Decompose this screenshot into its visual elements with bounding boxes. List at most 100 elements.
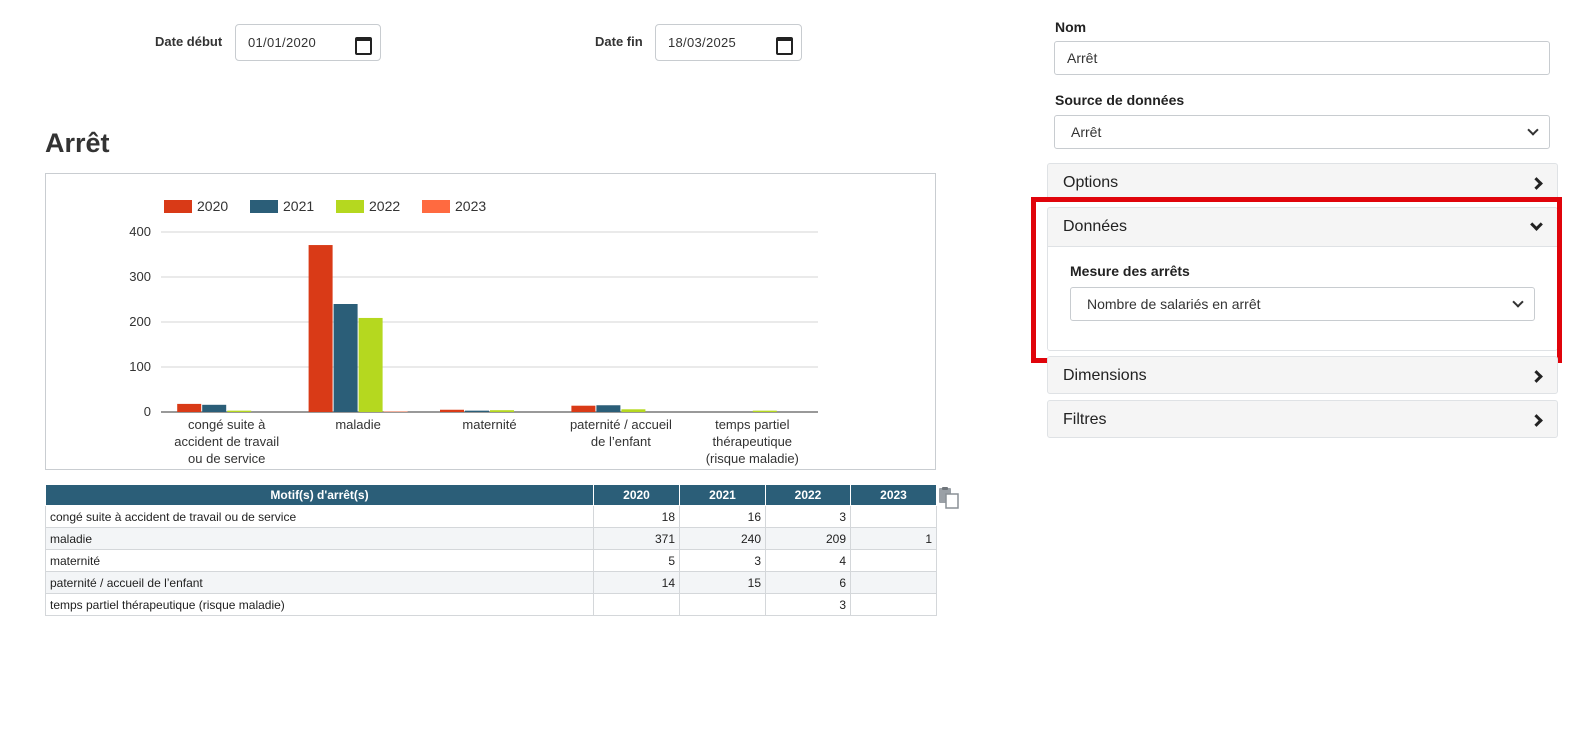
x-tick-label: maladie <box>335 417 381 432</box>
bar <box>571 405 596 412</box>
bar <box>621 409 646 412</box>
y-tick-label: 200 <box>129 314 151 329</box>
bar-chart: 0 100 200 300 400 2020 2021 2022 2023 congé suite… <box>129 198 818 466</box>
table-cell: 3 <box>765 593 851 616</box>
table-cell: 1 <box>850 527 937 550</box>
filtres-section[interactable]: Filtres <box>1047 400 1558 438</box>
x-tick-label: maternité <box>462 417 516 432</box>
dimensions-header[interactable]: Dimensions <box>1048 357 1557 395</box>
table-cell <box>850 593 937 616</box>
column-header[interactable]: 2023 <box>850 484 937 506</box>
x-tick-label: accident de travail <box>174 434 279 449</box>
legend-swatch <box>336 200 364 213</box>
bar <box>490 410 514 412</box>
table-cell: 15 <box>679 571 766 594</box>
bar <box>440 409 464 412</box>
table-cell: 4 <box>765 549 851 572</box>
calendar-icon[interactable] <box>776 36 793 55</box>
calendar-icon[interactable] <box>355 36 372 55</box>
end-date-value: 18/03/2025 <box>668 35 737 50</box>
start-date-input[interactable]: 01/01/2020 <box>235 24 381 61</box>
start-date-value: 01/01/2020 <box>248 35 317 50</box>
table-header-row: Motif(s) d'arrêt(s) 2020 2021 2022 2023 <box>45 484 937 506</box>
chart-container: 0 100 200 300 400 2020 2021 2022 2023 congé suite… <box>45 173 936 470</box>
copy-table-icon[interactable] <box>938 487 960 509</box>
x-tick-label: ou de service <box>188 451 265 466</box>
chevron-right-icon <box>1530 413 1543 427</box>
name-input[interactable]: Arrêt <box>1054 41 1550 75</box>
start-date-label: Date début <box>155 34 223 49</box>
table-cell <box>850 505 937 528</box>
table-cell: 240 <box>679 527 766 550</box>
y-tick-label: 100 <box>129 359 151 374</box>
legend-label: 2020 <box>197 198 228 214</box>
bar <box>752 410 777 412</box>
legend-swatch <box>250 200 278 213</box>
table-cell: 18 <box>593 505 680 528</box>
table-cell <box>850 549 937 572</box>
dimensions-title: Dimensions <box>1063 367 1147 384</box>
table-cell: 209 <box>765 527 851 550</box>
x-tick-label: de l’enfant <box>591 434 651 449</box>
column-header[interactable]: 2021 <box>679 484 766 506</box>
table-cell: 16 <box>679 505 766 528</box>
x-tick-label: congé suite à <box>188 417 266 432</box>
table-cell: 14 <box>593 571 680 594</box>
table-row: congé suite à accident de travail ou de … <box>45 505 937 528</box>
y-tick-label: 0 <box>144 404 151 419</box>
name-input-value: Arrêt <box>1067 50 1098 66</box>
legend-swatch <box>164 200 192 213</box>
table-row: paternité / accueil de l’enfant 14 15 6 <box>45 571 937 594</box>
column-header[interactable]: 2020 <box>593 484 680 506</box>
legend-label: 2022 <box>369 198 400 214</box>
table-row: maternité 5 3 4 <box>45 549 937 572</box>
filtres-title: Filtres <box>1063 411 1107 428</box>
table-cell <box>593 593 680 616</box>
bar <box>465 410 489 412</box>
data-table: Motif(s) d'arrêt(s) 2020 2021 2022 2023 … <box>45 484 937 616</box>
y-tick-label: 300 <box>129 269 151 284</box>
filtres-header[interactable]: Filtres <box>1048 401 1557 439</box>
y-tick-label: 400 <box>129 224 151 239</box>
bar <box>358 317 383 412</box>
source-select[interactable]: Arrêt <box>1054 115 1550 149</box>
table-row: temps partiel thérapeutique (risque mala… <box>45 593 937 616</box>
legend-label: 2023 <box>455 198 486 214</box>
source-select-value: Arrêt <box>1071 124 1102 140</box>
chevron-right-icon <box>1530 369 1543 383</box>
table-cell: paternité / accueil de l’enfant <box>45 571 594 594</box>
table-cell: 3 <box>765 505 851 528</box>
column-header[interactable]: Motif(s) d'arrêt(s) <box>45 484 594 506</box>
chevron-right-icon <box>1530 176 1543 190</box>
source-label: Source de données <box>1055 92 1185 108</box>
table-cell: 5 <box>593 549 680 572</box>
end-date-input[interactable]: 18/03/2025 <box>655 24 802 61</box>
bar <box>308 245 333 412</box>
x-tick-label: temps partiel <box>715 417 790 432</box>
table-cell: congé suite à accident de travail ou de … <box>45 505 594 528</box>
name-label: Nom <box>1055 19 1087 35</box>
table-cell: maternité <box>45 549 594 572</box>
bar <box>177 403 202 412</box>
bar <box>596 405 621 412</box>
chevron-down-icon <box>1527 124 1539 136</box>
options-section[interactable]: Options <box>1047 163 1558 201</box>
x-tick-label: thérapeutique <box>713 434 793 449</box>
x-tick-label: paternité / accueil <box>570 417 672 432</box>
table-cell: 371 <box>593 527 680 550</box>
table-row: maladie 371 240 209 1 <box>45 527 937 550</box>
table-cell: 3 <box>679 549 766 572</box>
column-header[interactable]: 2022 <box>765 484 851 506</box>
table-cell: 6 <box>765 571 851 594</box>
bar <box>202 404 227 412</box>
dimensions-section[interactable]: Dimensions <box>1047 356 1558 394</box>
x-tick-label: (risque maladie) <box>706 451 799 466</box>
table-cell: temps partiel thérapeutique (risque mala… <box>45 593 594 616</box>
highlight-box <box>1031 197 1562 363</box>
page-title: Arrêt <box>45 128 110 158</box>
legend-swatch <box>422 200 450 213</box>
bar <box>227 410 252 412</box>
legend-label: 2021 <box>283 198 314 214</box>
table-cell <box>850 571 937 594</box>
options-title: Options <box>1063 174 1119 191</box>
